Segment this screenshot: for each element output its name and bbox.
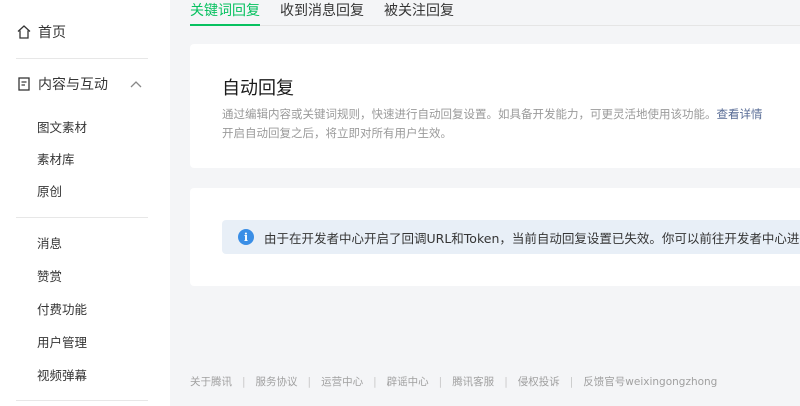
footer-link-about[interactable]: 关于腾讯 <box>190 374 232 389</box>
sidebar-item-original[interactable]: 原创 <box>37 183 62 201</box>
footer-link-feedback[interactable]: 反馈官号weixingongzhong <box>583 374 717 389</box>
sidebar-item-home[interactable]: 首页 <box>16 22 66 42</box>
footer-separator: | <box>373 375 377 388</box>
sidebar-group-label: 内容与互动 <box>38 77 108 93</box>
sidebar-group-content[interactable]: 内容与互动 <box>16 74 148 94</box>
view-details-link[interactable]: 查看详情 <box>717 107 763 121</box>
sidebar-item-image-text[interactable]: 图文素材 <box>37 119 87 137</box>
tab-keyword-reply[interactable]: 关键词回复 <box>190 0 260 26</box>
auto-reply-card: 自动回复 通过编辑内容或关键词规则，快速进行自动回复设置。如具备开发能力，可更灵… <box>190 44 800 168</box>
notice-text: 由于在开发者中心开启了回调URL和Token，当前自动回复设置已失效。你可以前往… <box>264 230 800 246</box>
tab-follow-reply[interactable]: 被关注回复 <box>384 0 454 24</box>
sidebar-item-messages[interactable]: 消息 <box>37 235 62 253</box>
info-icon: i <box>238 229 254 245</box>
page-title: 自动回复 <box>222 78 294 99</box>
sidebar-item-rewards[interactable]: 赞赏 <box>37 268 62 286</box>
footer-separator: | <box>438 375 443 388</box>
footer-link-terms[interactable]: 服务协议 <box>256 374 298 389</box>
footer-link-ops-center[interactable]: 运营中心 <box>321 374 363 389</box>
footer-separator: | <box>307 375 312 388</box>
sidebar-divider <box>16 400 148 401</box>
tab-message-reply[interactable]: 收到消息回复 <box>280 0 364 24</box>
chevron-up-icon[interactable] <box>130 80 142 88</box>
sidebar: 首页 内容与互动 图文素材 素材库 原创 消息 赞赏 付费功能 用户管理 视频弹… <box>0 0 170 406</box>
sidebar-item-home-label: 首页 <box>38 25 66 41</box>
description-text: 通过编辑内容或关键词规则，快速进行自动回复设置。如具备开发能力，可更灵活地使用该… <box>222 107 717 121</box>
auto-reply-description: 通过编辑内容或关键词规则，快速进行自动回复设置。如具备开发能力，可更灵活地使用该… <box>222 106 763 122</box>
footer-link-infringement[interactable]: 侵权投诉 <box>518 374 560 389</box>
footer-separator: | <box>504 375 508 388</box>
sidebar-divider <box>16 58 148 59</box>
auto-reply-note: 开启自动回复之后，将立即对所有用户生效。 <box>222 126 452 140</box>
sidebar-item-user-management[interactable]: 用户管理 <box>37 334 87 352</box>
sidebar-divider <box>16 217 148 218</box>
footer-link-support[interactable]: 腾讯客服 <box>452 374 494 389</box>
document-icon <box>16 76 32 92</box>
notice-card: i 由于在开发者中心开启了回调URL和Token，当前自动回复设置已失效。你可以… <box>190 188 800 286</box>
notice-banner: i 由于在开发者中心开启了回调URL和Token，当前自动回复设置已失效。你可以… <box>222 220 800 254</box>
home-icon <box>16 24 32 40</box>
footer-link-rumor-center[interactable]: 辟谣中心 <box>387 374 429 389</box>
reply-tabs: 关键词回复 收到消息回复 被关注回复 <box>190 0 800 26</box>
sidebar-item-material-library[interactable]: 素材库 <box>37 151 75 169</box>
footer-separator: | <box>242 375 246 388</box>
sidebar-item-video-danmaku[interactable]: 视频弹幕 <box>37 367 87 385</box>
sidebar-item-paid-features[interactable]: 付费功能 <box>37 301 87 319</box>
footer: 关于腾讯 | 服务协议 | 运营中心 | 辟谣中心 | 腾讯客服 | 侵权投诉 … <box>190 374 717 389</box>
footer-separator: | <box>569 375 574 388</box>
